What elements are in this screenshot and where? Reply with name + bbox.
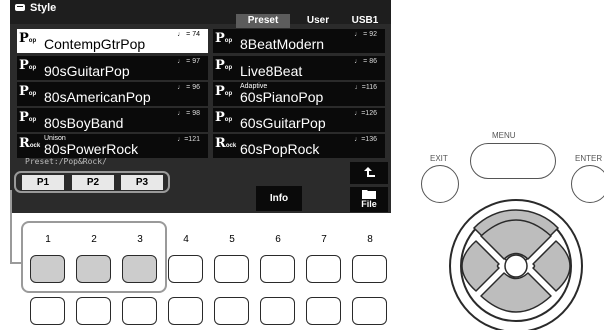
button-5-upper[interactable] (214, 255, 249, 283)
button-number-label: 3 (137, 234, 143, 245)
folder-path: Preset:/Pop&Rock/ (25, 157, 107, 166)
style-icon (15, 4, 25, 11)
button-3-lower[interactable] (122, 297, 157, 325)
cursor-up-button[interactable] (480, 219, 552, 260)
style-name: 8BeatModern (240, 36, 325, 52)
style-tempo: ♩=126 (354, 110, 377, 117)
style-name: 80sAmericanPop (44, 89, 151, 105)
button-8-upper[interactable] (352, 255, 387, 283)
button-7-upper[interactable] (306, 255, 341, 283)
button-4-lower[interactable] (168, 297, 203, 325)
cursor-down-button[interactable] (480, 272, 552, 313)
pop-genre-icon: Pop (215, 31, 233, 47)
file-button[interactable]: File (350, 187, 388, 212)
info-label: Info (269, 193, 289, 204)
screen-title: Style (30, 2, 57, 14)
button-7-lower[interactable] (306, 297, 341, 325)
page-button-p2[interactable]: P2 (72, 175, 114, 190)
style-name: Live8Beat (240, 63, 303, 79)
menu-label: MENU (492, 131, 516, 140)
enter-label: ENTER (575, 154, 603, 163)
pop-genre-icon: Pop (215, 58, 233, 74)
info-button[interactable]: Info (256, 186, 302, 211)
style-tempo: ♩ = 98 (177, 110, 200, 117)
button-number-label: 5 (229, 234, 235, 245)
pop-genre-icon: Pop (19, 58, 37, 74)
style-tempo: ♩ = 97 (177, 58, 200, 65)
style-item[interactable]: Pop ContempGtrPop ♩ = 74 (17, 29, 208, 53)
button-1-lower[interactable] (30, 297, 65, 325)
style-item[interactable]: Pop 90sGuitarPop ♩ = 97 (17, 56, 208, 80)
button-number-label: 1 (45, 234, 51, 245)
page-button-p1[interactable]: P1 (22, 175, 64, 190)
style-name: 60sPopRock (240, 141, 320, 157)
style-item[interactable]: Pop 80sBoyBand ♩ = 98 (17, 108, 208, 132)
style-name: 80sPowerRock (44, 141, 139, 157)
style-item[interactable]: Pop 8BeatModern ♩ = 92 (213, 29, 385, 53)
style-name: ContempGtrPop (44, 36, 146, 52)
folder-icon (362, 190, 376, 199)
pop-genre-icon: Pop (19, 84, 37, 100)
file-label: File (361, 199, 377, 209)
pop-genre-icon: Pop (19, 110, 37, 126)
rock-genre-icon: Rock (19, 136, 41, 152)
menu-button[interactable] (470, 143, 556, 179)
style-tempo: ♩ = 92 (354, 31, 377, 38)
pop-genre-icon: Pop (19, 31, 37, 47)
style-item[interactable]: Pop Adaptive 60sPianoPop ♩=116 (213, 82, 385, 106)
style-tempo: ♩ = 96 (177, 84, 200, 91)
cursor-pad (461, 219, 571, 313)
style-name: 90sGuitarPop (44, 63, 130, 79)
button-number-label: 7 (321, 234, 327, 245)
style-item[interactable]: Rock 60sPopRock ♩=136 (213, 134, 385, 158)
style-tempo: ♩=116 (354, 84, 377, 91)
button-2-lower[interactable] (76, 297, 111, 325)
button-6-lower[interactable] (260, 297, 295, 325)
style-item[interactable]: Pop 60sGuitarPop ♩=126 (213, 108, 385, 132)
style-tempo: ♩=136 (354, 136, 377, 143)
page-button-p3[interactable]: P3 (121, 175, 163, 190)
button-4-upper[interactable] (168, 255, 203, 283)
button-6-upper[interactable] (260, 255, 295, 283)
up-arrow-icon (364, 167, 375, 177)
button-8-lower[interactable] (352, 297, 387, 325)
up-folder-button[interactable] (350, 162, 388, 184)
rock-genre-icon: Rock (215, 136, 237, 152)
style-name: 60sGuitarPop (240, 115, 326, 131)
button-2-upper[interactable] (76, 255, 111, 283)
style-tempo: ♩ = 74 (177, 31, 200, 38)
style-name: 80sBoyBand (44, 115, 124, 131)
tab-user[interactable]: User (296, 14, 340, 28)
button-1-upper[interactable] (30, 255, 65, 283)
style-item[interactable]: Rock Unison 80sPowerRock ♩=121 (17, 134, 208, 158)
cursor-center-button[interactable] (504, 254, 528, 278)
style-tempo: ♩=121 (177, 136, 200, 143)
button-3-upper[interactable] (122, 255, 157, 283)
tab-usb1[interactable]: USB1 (343, 14, 387, 28)
callout-line (10, 190, 12, 264)
pop-genre-icon: Pop (215, 110, 233, 126)
button-number-label: 2 (91, 234, 97, 245)
exit-label: EXIT (430, 154, 448, 163)
button-number-label: 4 (183, 234, 189, 245)
style-name: 60sPianoPop (240, 89, 324, 105)
button-number-label: 6 (275, 234, 281, 245)
style-item[interactable]: Pop 80sAmericanPop ♩ = 96 (17, 82, 208, 106)
pop-genre-icon: Pop (215, 84, 233, 100)
tab-preset[interactable]: Preset (236, 14, 290, 28)
style-tempo: ♩ = 86 (354, 58, 377, 65)
button-number-label: 8 (367, 234, 373, 245)
button-5-lower[interactable] (214, 297, 249, 325)
style-item[interactable]: Pop Live8Beat ♩ = 86 (213, 56, 385, 80)
